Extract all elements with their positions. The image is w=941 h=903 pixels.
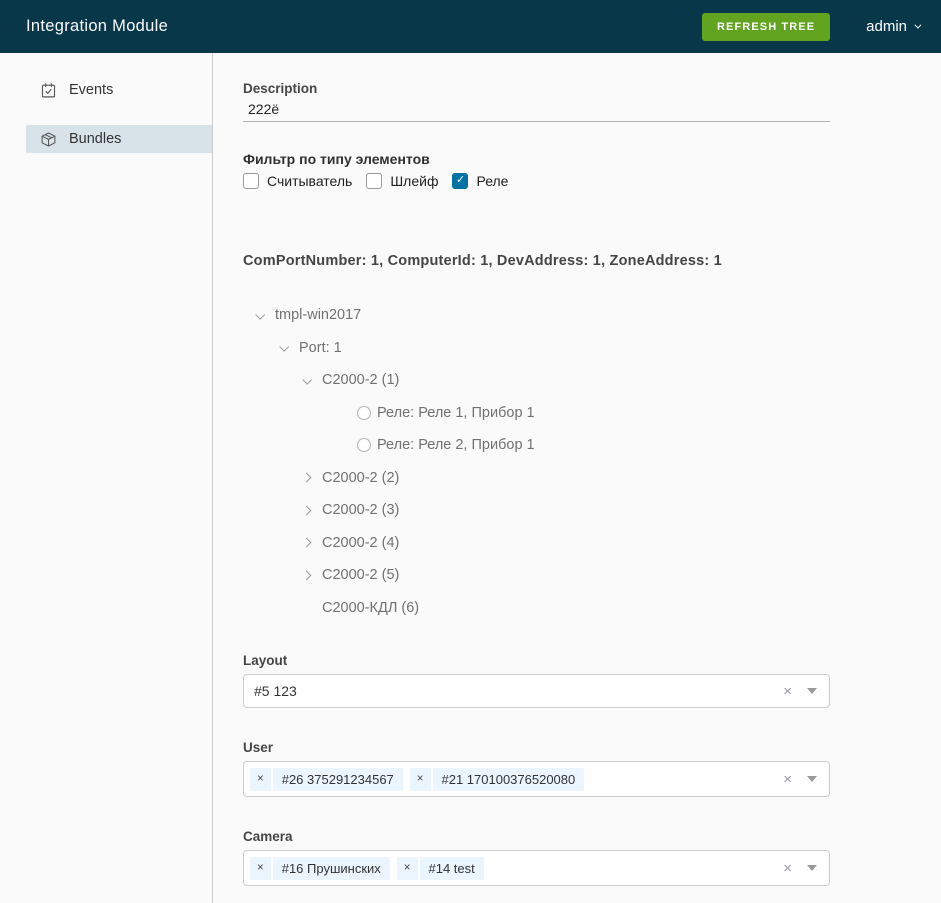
camera-label: Camera	[243, 829, 830, 844]
tree-item-label: Port: 1	[299, 340, 342, 356]
camera-select[interactable]: ×#16 Прушинских×#14 test ×	[243, 850, 830, 886]
chip-remove-icon[interactable]: ×	[410, 768, 433, 791]
tree-item[interactable]: Реле: Реле 2, Прибор 1	[243, 429, 830, 462]
chip-remove-icon[interactable]: ×	[397, 857, 420, 880]
tree-item-label: tmpl-win2017	[275, 307, 361, 323]
description-label: Description	[243, 81, 830, 96]
checkbox-label: Реле	[476, 173, 508, 189]
chevron-right-icon[interactable]	[300, 539, 312, 546]
selected-chip: ×#26 375291234567	[250, 768, 403, 791]
main-content: Description Фильтр по типу элементов Счи…	[213, 53, 941, 903]
chevron-down-icon[interactable]	[300, 377, 312, 384]
user-menu-label: admin	[866, 18, 907, 35]
layout-select[interactable]: #5 123 ×	[243, 674, 830, 708]
layout-select-value: #5 123	[254, 683, 783, 699]
sidebar-item-label: Events	[69, 82, 113, 98]
selected-chip: ×#21 170100376520080	[410, 768, 584, 791]
user-label: User	[243, 740, 830, 755]
checkbox-label: Шлейф	[390, 173, 438, 189]
tree-item-label: С2000-2 (3)	[322, 502, 399, 518]
sidebar: Events Bundles	[0, 53, 213, 903]
chip-label: #26 375291234567	[273, 768, 403, 791]
filter-option[interactable]: ✓ Реле	[452, 173, 508, 189]
user-select[interactable]: ×#26 375291234567×#21 170100376520080 ×	[243, 761, 830, 797]
tree-item-label: С2000-2 (5)	[322, 567, 399, 583]
tree-item-label: Реле: Реле 1, Прибор 1	[377, 405, 535, 421]
tree-item[interactable]: С2000-2 (5)	[243, 559, 830, 592]
tree-item[interactable]: Port: 1	[243, 332, 830, 365]
clear-icon[interactable]: ×	[783, 772, 792, 787]
page-title: Integration Module	[26, 17, 168, 36]
filter-option[interactable]: Шлейф	[366, 173, 438, 189]
user-chips: ×#26 375291234567×#21 170100376520080	[250, 768, 783, 791]
chevron-down-icon[interactable]	[253, 312, 265, 319]
chevron-right-icon[interactable]	[300, 507, 312, 514]
tree-item[interactable]: tmpl-win2017	[243, 299, 830, 332]
header-actions: REFRESH TREE admin	[702, 13, 919, 41]
sidebar-item-label: Bundles	[69, 131, 121, 147]
camera-chips: ×#16 Прушинских×#14 test	[250, 857, 783, 880]
description-field: Description	[243, 81, 830, 122]
layout-label: Layout	[243, 653, 830, 668]
chip-label: #16 Прушинских	[273, 857, 390, 880]
tree-item-label: С2000-2 (2)	[322, 470, 399, 486]
checkbox-label: Считыватель	[267, 173, 352, 189]
dropdown-arrow-icon[interactable]	[807, 688, 817, 694]
refresh-tree-button[interactable]: REFRESH TREE	[702, 13, 830, 41]
calendar-check-icon	[40, 82, 57, 99]
tree-item[interactable]: С2000-2 (2)	[243, 462, 830, 495]
tree-item[interactable]: Реле: Реле 1, Прибор 1	[243, 397, 830, 430]
filter-options: Считыватель Шлейф ✓ Реле	[243, 172, 830, 189]
tree-item[interactable]: С2000-КДЛ (6)	[243, 592, 830, 625]
app-header: Integration Module REFRESH TREE admin	[0, 0, 941, 53]
user-menu[interactable]: admin	[866, 18, 919, 35]
filter-label: Фильтр по типу элементов	[243, 151, 830, 167]
chip-label: #21 170100376520080	[433, 768, 585, 791]
tree-item-label: Реле: Реле 2, Прибор 1	[377, 437, 535, 453]
clear-icon[interactable]: ×	[783, 684, 792, 699]
chip-label: #14 test	[420, 857, 484, 880]
radio-button[interactable]	[357, 438, 371, 452]
chip-remove-icon[interactable]: ×	[250, 768, 273, 791]
dropdown-arrow-icon[interactable]	[807, 865, 817, 871]
dropdown-arrow-icon[interactable]	[807, 776, 817, 782]
selected-chip: ×#14 test	[397, 857, 484, 880]
tree-item-label: С2000-2 (1)	[322, 372, 399, 388]
description-input[interactable]	[243, 96, 830, 122]
tree-item[interactable]: С2000-2 (4)	[243, 527, 830, 560]
user-select-field: User ×#26 375291234567×#21 1701003765200…	[243, 740, 830, 797]
chevron-down-icon[interactable]	[277, 344, 289, 351]
tree-item-label: С2000-2 (4)	[322, 535, 399, 551]
sidebar-item-bundles[interactable]: Bundles	[26, 125, 212, 153]
tree-item-label: С2000-КДЛ (6)	[322, 600, 419, 616]
selection-info: ComPortNumber: 1, ComputerId: 1, DevAddr…	[243, 253, 830, 269]
camera-select-field: Camera ×#16 Прушинских×#14 test ×	[243, 829, 830, 886]
checkbox-unchecked-icon[interactable]	[243, 173, 259, 189]
device-tree: tmpl-win2017 Port: 1 С2000-2 (1) Реле: Реле…	[243, 299, 830, 624]
checkbox-checked-icon[interactable]: ✓	[452, 173, 468, 189]
filter-section: Фильтр по типу элементов Считыватель Шлей…	[243, 151, 830, 189]
chevron-right-icon[interactable]	[300, 572, 312, 579]
clear-icon[interactable]: ×	[783, 861, 792, 876]
tree-item[interactable]: С2000-2 (1)	[243, 364, 830, 397]
sidebar-item-events[interactable]: Events	[26, 76, 212, 104]
cube-icon	[40, 131, 57, 148]
tree-item[interactable]: С2000-2 (3)	[243, 494, 830, 527]
radio-button[interactable]	[357, 406, 371, 420]
chevron-down-icon	[914, 22, 921, 29]
checkbox-unchecked-icon[interactable]	[366, 173, 382, 189]
chevron-right-icon[interactable]	[300, 474, 312, 481]
selected-chip: ×#16 Прушинских	[250, 857, 390, 880]
filter-option[interactable]: Считыватель	[243, 173, 352, 189]
layout-select-field: Layout #5 123 ×	[243, 653, 830, 708]
app-shell: Events Bundles Description Фильтр по тип…	[0, 53, 941, 903]
chip-remove-icon[interactable]: ×	[250, 857, 273, 880]
